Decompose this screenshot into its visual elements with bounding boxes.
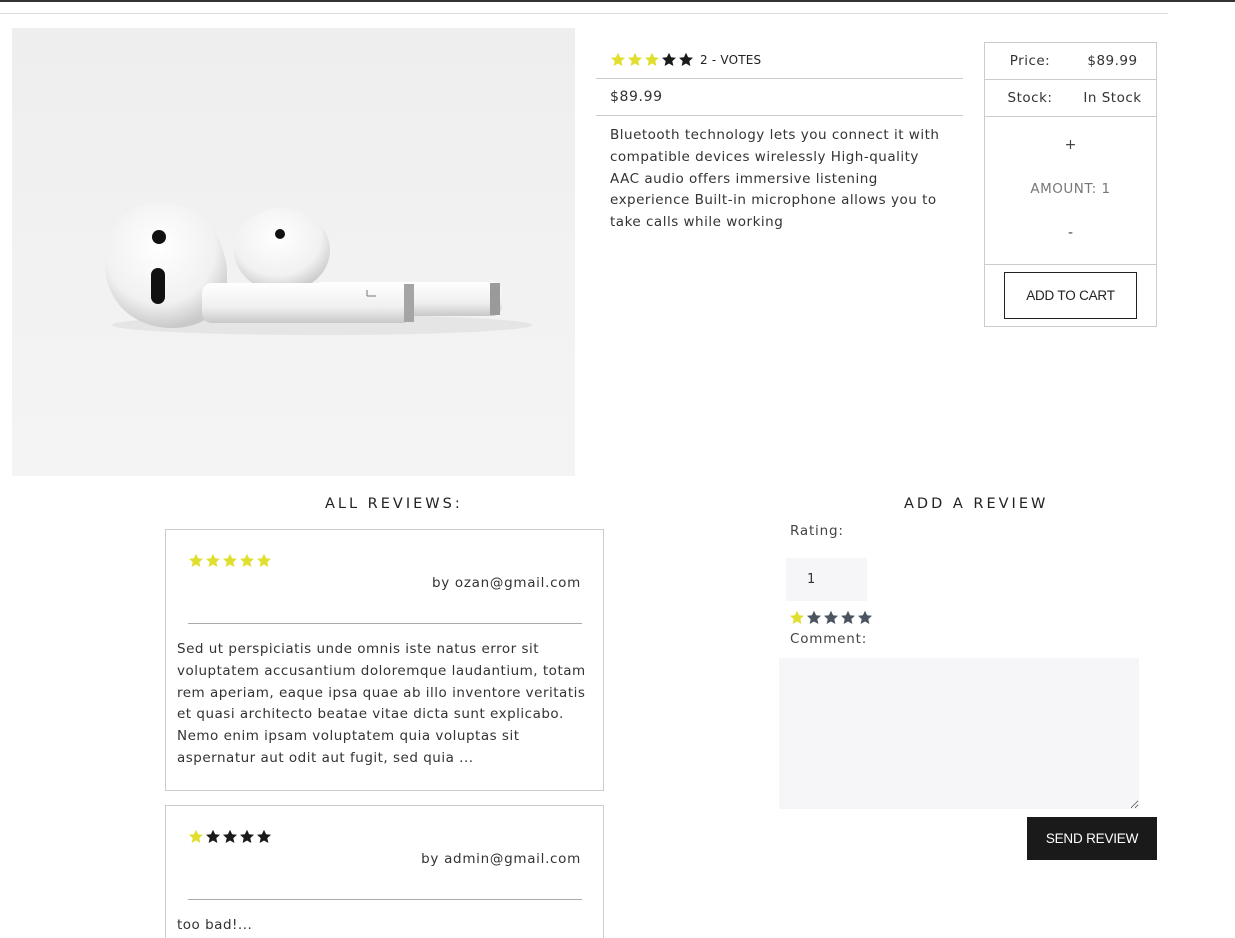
star-empty-icon [678, 52, 694, 68]
star-empty-icon[interactable] [857, 610, 873, 626]
votes-count: 2 - VOTES [700, 53, 762, 67]
star-empty-icon[interactable] [823, 610, 839, 626]
star-filled-icon [239, 553, 255, 569]
amount-display: AMOUNT: 1 [1030, 181, 1111, 197]
star-empty-icon [205, 829, 221, 845]
review-card: by ozan@gmail.com Sed ut perspiciatis un… [165, 529, 604, 791]
stock-value: In Stock [1083, 90, 1142, 106]
star-empty-icon [239, 829, 255, 845]
star-empty-icon [256, 829, 272, 845]
star-empty-icon [661, 52, 677, 68]
review-body: too bad!... [177, 917, 253, 933]
product-image [12, 28, 575, 476]
send-review-button[interactable]: SEND REVIEW [1027, 817, 1157, 860]
review-body: Sed ut perspiciatis unde omnis iste natu… [177, 641, 586, 766]
add-to-cart-button[interactable]: ADD TO CART [1004, 272, 1137, 319]
rating-selector-stars[interactable] [789, 610, 873, 626]
review-author: by admin@gmail.com [421, 851, 581, 867]
product-rating-row: 2 - VOTES [596, 42, 963, 79]
purchase-box: Price: $89.99 Stock: In Stock + AMOUNT: … [984, 42, 1157, 327]
price-label: Price: [1009, 53, 1051, 69]
product-description: Bluetooth technology lets you connect it… [610, 127, 940, 231]
star-filled-icon [188, 553, 204, 569]
review-card: by admin@gmail.com too bad!... [165, 805, 604, 938]
airpods-illustration [104, 203, 532, 335]
stock-row: Stock: In Stock [985, 80, 1156, 117]
quantity-control: + AMOUNT: 1 - [985, 117, 1156, 265]
star-filled-icon [256, 553, 272, 569]
rating-label: Rating: [790, 523, 844, 539]
star-filled-icon [644, 52, 660, 68]
product-rating-stars [610, 52, 694, 68]
star-filled-icon [188, 829, 204, 845]
star-empty-icon[interactable] [840, 610, 856, 626]
increase-quantity-button[interactable]: + [985, 137, 1156, 153]
price-row: Price: $89.99 [985, 43, 1156, 80]
header-divider [0, 13, 1168, 14]
review-rating-stars [188, 829, 272, 845]
all-reviews-title: ALL REVIEWS: [325, 496, 463, 512]
top-border [0, 0, 1235, 2]
star-filled-icon[interactable] [789, 610, 805, 626]
product-price: $89.99 [596, 79, 963, 116]
review-author: by ozan@gmail.com [431, 575, 581, 591]
add-review-title: ADD A REVIEW [904, 496, 1049, 512]
star-filled-icon [627, 52, 643, 68]
star-filled-icon [610, 52, 626, 68]
review-rating-stars [188, 553, 272, 569]
stock-label: Stock: [1007, 90, 1053, 106]
comment-label: Comment: [790, 631, 868, 647]
review-divider [188, 899, 582, 900]
star-empty-icon [222, 829, 238, 845]
price-value: $89.99 [1087, 53, 1138, 69]
comment-textarea[interactable] [779, 658, 1139, 809]
decrease-quantity-button[interactable]: - [985, 225, 1156, 241]
star-filled-icon [222, 553, 238, 569]
review-divider [188, 623, 582, 624]
product-details: 2 - VOTES $89.99 Bluetooth technology le… [596, 42, 963, 234]
rating-input[interactable] [786, 558, 867, 601]
star-empty-icon[interactable] [806, 610, 822, 626]
star-filled-icon [205, 553, 221, 569]
